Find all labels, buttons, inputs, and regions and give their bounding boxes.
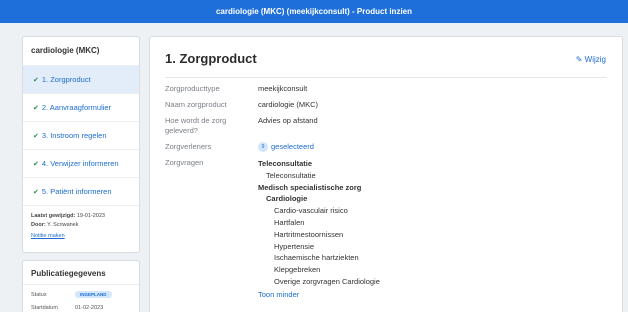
question-subgroup: Cardiologie (266, 194, 308, 204)
question-group: Teleconsultatie (258, 159, 313, 169)
step-zorgproduct[interactable]: ✔ 1. Zorgproduct (23, 65, 139, 93)
step-label: 4. Verwijzer informeren (41, 159, 119, 168)
modified-by-label: Door: (31, 221, 46, 228)
show-less-link[interactable]: Toon minder (258, 289, 605, 301)
question-item: Klepgebreken (274, 265, 321, 275)
status-row: Status INGEPLAND (23, 288, 139, 301)
step-label: 1. Zorgproduct (41, 75, 91, 84)
step-instroom-regelen[interactable]: ✔ 3. Instroom regelen (23, 121, 139, 149)
section-title: 1. Zorgproduct (165, 51, 257, 66)
step-patient-informeren[interactable]: ✔ 5. Patiënt informeren (23, 177, 139, 205)
divider (165, 77, 607, 78)
question-item: Ischaemische hartziekten (274, 253, 359, 263)
product-detail-panel: 1. Zorgproduct ✎ Wijzig Zorgproducttype … (149, 36, 623, 312)
check-icon: ✔ (33, 133, 39, 140)
step-aanvraagformulier[interactable]: ✔ 2. Aanvraagformulier (23, 93, 139, 121)
check-icon: ✔ (33, 105, 39, 112)
last-modified-label: Laatst gewijzigd: (31, 213, 76, 219)
field-row-providers: Zorgverleners 9 geselecteerd (165, 142, 605, 153)
start-date-row: Startdatum 01-02-2023 (23, 301, 139, 312)
start-date-value: 01-02-2023 (75, 304, 104, 311)
start-date-label: Startdatum (31, 304, 58, 311)
check-icon: ✔ (33, 77, 39, 84)
page-header-title: cardiologie (MKC) (meekijkconsult) - Pro… (215, 7, 413, 16)
question-item: Overige zorgvragen Cardiologie (274, 276, 380, 286)
step-label: 2. Aanvraagformulier (41, 103, 112, 112)
field-row-name: Naam zorgproduct cardiologie (MKC) (165, 100, 605, 110)
check-icon: ✔ (33, 161, 39, 168)
check-icon: ✔ (33, 189, 39, 196)
field-value: meekijkconsult (258, 84, 308, 93)
steps-panel: cardiologie (MKC) ✔ 1. Zorgproduct ✔ 2. Aa… (22, 36, 140, 253)
field-row-questions: Zorgvragen Teleconsultatie Teleconsultat… (165, 158, 605, 301)
question-group: Medisch specialistische zorg (258, 182, 362, 192)
question-item: Hypertensie (274, 241, 315, 251)
field-label: Hoe wordt de zorg geleverd? (165, 116, 227, 135)
last-modified-value: 19-01-2023 (76, 213, 105, 219)
modification-info: Laatst gewijzigd: 19-01-2023 Door: Y. Sc… (23, 205, 139, 241)
publication-title: Publicatiegegevens (23, 261, 139, 285)
add-note-link[interactable]: Notitie maken (31, 232, 131, 241)
step-label: 5. Patiënt informeren (41, 187, 112, 196)
providers-count-badge: 9 (258, 142, 268, 153)
questions-tree: Teleconsultatie Teleconsultatie Medisch … (258, 158, 605, 301)
field-value: cardiologie (MKC) (258, 100, 319, 109)
edit-label: Wijzig (584, 55, 606, 64)
modified-by-value: Y. Scriwanek (47, 221, 79, 228)
field-row-delivery: Hoe wordt de zorg geleverd? Advies op af… (165, 116, 605, 136)
question-item: Hartfalen (274, 218, 305, 227)
step-verwijzer-informeren[interactable]: ✔ 4. Verwijzer informeren (23, 149, 139, 177)
field-label: Zorgverleners (165, 142, 212, 151)
publication-panel: Publicatiegegevens Status INGEPLAND Star… (22, 260, 140, 312)
field-label: Zorgvragen (165, 158, 204, 168)
steps-panel-title: cardiologie (MKC) (31, 46, 100, 55)
question-item: Teleconsultatie (266, 170, 316, 180)
edit-button[interactable]: ✎ Wijzig (576, 55, 606, 64)
top-bar: cardiologie (MKC) (meekijkconsult) - Pro… (0, 0, 628, 23)
pencil-icon: ✎ (575, 55, 583, 64)
field-label: Naam zorgproduct (165, 100, 227, 109)
question-item: Cardio-vasculair risico (274, 206, 348, 216)
question-item: Hartritmestoornissen (274, 229, 344, 239)
field-row-type: Zorgproducttype meekijkconsult (165, 84, 605, 94)
field-label: Zorgproducttype (165, 84, 220, 93)
field-value: Advies op afstand (258, 116, 318, 125)
product-fields: Zorgproducttype meekijkconsult Naam zorg… (165, 84, 605, 307)
providers-selected-label: geselecteerd (271, 142, 314, 151)
providers-selected-link[interactable]: 9 geselecteerd (258, 142, 605, 153)
status-badge: INGEPLAND (75, 291, 112, 298)
status-label: Status (31, 291, 47, 298)
step-label: 3. Instroom regelen (41, 131, 107, 140)
